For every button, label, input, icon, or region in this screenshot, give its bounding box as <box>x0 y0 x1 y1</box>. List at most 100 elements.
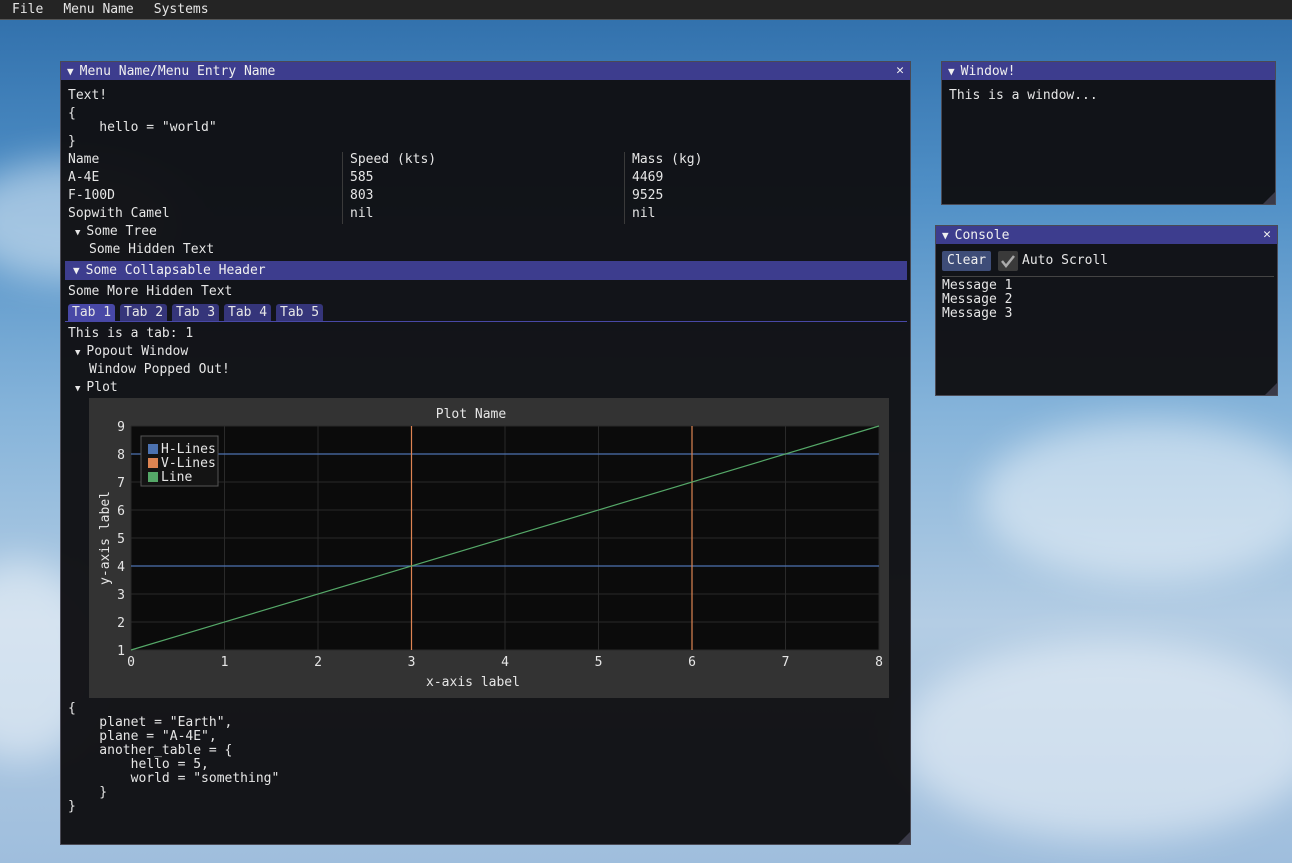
y-tick-label: 5 <box>117 532 125 547</box>
json-line: hello = 5, <box>68 757 209 772</box>
auto-scroll-label: Auto Scroll <box>1022 253 1109 268</box>
plot-node-label: Plot <box>86 380 118 395</box>
column-separator[interactable] <box>624 152 625 224</box>
table-cell: 9525 <box>632 188 664 203</box>
menu-menu-name[interactable]: Menu Name <box>51 0 141 19</box>
y-tick-label: 2 <box>117 616 125 631</box>
json-line: { <box>68 106 76 121</box>
menu-file[interactable]: File <box>0 0 51 19</box>
main-window: ▼ Menu Name/Menu Entry Name ✕ Text! { he… <box>60 61 911 845</box>
menu-bar: File Menu Name Systems <box>0 0 1292 20</box>
triangle-down-icon: ▼ <box>75 348 81 358</box>
small-window-title: Window! <box>960 63 1016 79</box>
table-header-speed: Speed (kts) <box>350 152 437 167</box>
x-tick-label: 5 <box>595 655 603 670</box>
console-window: ▼ Console ✕ Clear Auto Scroll Message 1 … <box>935 225 1278 396</box>
triangle-down-icon: ▼ <box>73 264 80 277</box>
column-separator[interactable] <box>342 152 343 224</box>
collapsable-header[interactable]: ▼ Some Collapsable Header <box>65 261 907 280</box>
collapse-icon[interactable]: ▼ <box>948 65 955 78</box>
tab-1[interactable]: Tab 1 <box>68 304 116 322</box>
x-tick-label: 3 <box>408 655 416 670</box>
x-tick-label: 4 <box>501 655 509 670</box>
console-message: Message 1 <box>942 278 1013 293</box>
json-line: } <box>68 134 76 149</box>
tree-node-popout[interactable]: ▼ Popout Window <box>75 344 188 359</box>
json-line: } <box>68 799 76 814</box>
json-line: plane = "A-4E", <box>68 729 217 744</box>
json-line: another_table = { <box>68 743 233 758</box>
clear-button[interactable]: Clear <box>942 251 992 271</box>
y-axis-label: y-axis label <box>98 491 113 585</box>
small-window-titlebar[interactable]: ▼ Window! <box>942 62 1275 80</box>
table-cell: nil <box>350 206 374 221</box>
legend-entry: Line <box>161 470 192 485</box>
triangle-down-icon: ▼ <box>75 384 81 394</box>
table-header-mass: Mass (kg) <box>632 152 703 167</box>
x-axis-label: x-axis label <box>426 675 520 690</box>
collapsable-content: Some More Hidden Text <box>68 284 233 299</box>
close-icon[interactable]: ✕ <box>896 62 904 80</box>
triangle-down-icon: ▼ <box>75 228 81 238</box>
json-line: { <box>68 701 76 716</box>
y-tick-label: 1 <box>117 644 125 659</box>
table-cell: 803 <box>350 188 374 203</box>
x-tick-label: 6 <box>688 655 696 670</box>
resize-grip[interactable] <box>898 832 910 844</box>
y-tick-label: 4 <box>117 560 125 575</box>
tab-5[interactable]: Tab 5 <box>276 304 324 322</box>
json-line: planet = "Earth", <box>68 715 233 730</box>
main-window-titlebar[interactable]: ▼ Menu Name/Menu Entry Name ✕ <box>61 62 910 80</box>
legend-swatch <box>148 444 158 454</box>
tab-4[interactable]: Tab 4 <box>224 304 272 322</box>
close-icon[interactable]: ✕ <box>1263 226 1271 244</box>
legend-entry: V-Lines <box>161 456 216 471</box>
y-tick-label: 8 <box>117 448 125 463</box>
popout-content: Window Popped Out! <box>89 362 230 377</box>
plot[interactable]: Plot Name0 1 2 3 4 5 6 7 8123456789x-axis labely… <box>89 398 889 698</box>
table-header-name: Name <box>68 152 100 167</box>
console-titlebar[interactable]: ▼ Console ✕ <box>936 226 1277 244</box>
table-cell: Sopwith Camel <box>68 206 170 221</box>
x-tick-label: 8 <box>875 655 883 670</box>
y-tick-label: 3 <box>117 588 125 603</box>
plot-title: Plot Name <box>436 407 507 422</box>
legend-swatch <box>148 472 158 482</box>
tree-node-label: Some Tree <box>86 224 157 239</box>
text-label: Text! <box>68 88 108 103</box>
x-tick-label: 1 <box>221 655 229 670</box>
collapse-icon[interactable]: ▼ <box>942 229 949 242</box>
main-window-title: Menu Name/Menu Entry Name <box>79 63 276 79</box>
y-tick-label: 7 <box>117 476 125 491</box>
tree-node-plot[interactable]: ▼ Plot <box>75 380 118 395</box>
tab-content: This is a tab: 1 <box>68 326 194 341</box>
table-cell: F-100D <box>68 188 115 203</box>
checkmark-icon <box>1001 255 1015 269</box>
tab-3[interactable]: Tab 3 <box>172 304 220 322</box>
y-tick-label: 9 <box>117 420 125 435</box>
json-line: } <box>68 785 108 800</box>
console-title: Console <box>954 227 1010 243</box>
small-window-text: This is a window... <box>949 88 1098 103</box>
tab-underline <box>65 321 907 322</box>
collapse-icon[interactable]: ▼ <box>67 65 74 78</box>
popout-label: Popout Window <box>86 344 189 359</box>
y-tick-label: 6 <box>117 504 125 519</box>
tree-content: Some Hidden Text <box>89 242 215 257</box>
x-tick-label: 2 <box>314 655 322 670</box>
x-tick-label: 0 <box>127 655 135 670</box>
console-separator <box>942 276 1274 277</box>
legend-swatch <box>148 458 158 468</box>
tab-2[interactable]: Tab 2 <box>120 304 168 322</box>
menu-systems[interactable]: Systems <box>142 0 217 19</box>
tree-node-some-tree[interactable]: ▼ Some Tree <box>75 224 157 239</box>
legend-entry: H-Lines <box>161 442 216 457</box>
resize-grip[interactable] <box>1263 192 1275 204</box>
json-line: world = "something" <box>68 771 280 786</box>
auto-scroll-checkbox[interactable] <box>998 251 1018 271</box>
json-line: hello = "world" <box>68 120 217 135</box>
console-message: Message 2 <box>942 292 1013 307</box>
resize-grip[interactable] <box>1265 383 1277 395</box>
table-cell: A-4E <box>68 170 100 185</box>
table-cell: nil <box>632 206 656 221</box>
